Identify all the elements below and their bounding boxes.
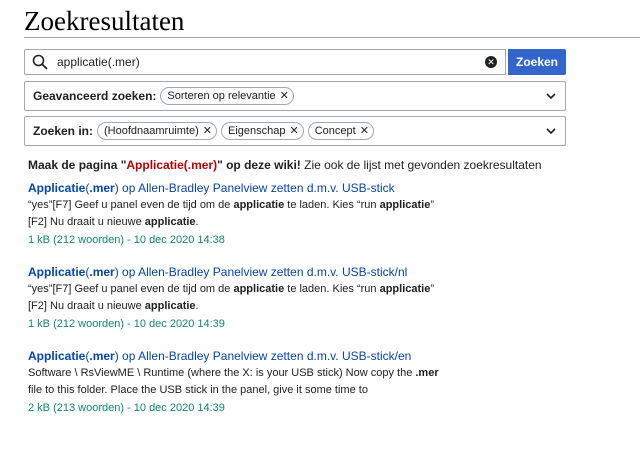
create-page-notice: Maak de pagina "Applicatie(.mer)" op dez… xyxy=(28,157,542,173)
chevron-down-icon[interactable] xyxy=(545,90,557,102)
result-title-part: Applicatie xyxy=(28,181,86,195)
result-snippet-line: [F2] Nu draait u nieuwe applicatie. xyxy=(28,298,628,315)
snippet-text: . xyxy=(195,300,199,312)
snippet-match: applicatie xyxy=(144,300,196,312)
close-icon[interactable]: ✕ xyxy=(280,90,289,102)
chevron-down-icon[interactable] xyxy=(545,125,557,137)
close-icon[interactable]: ✕ xyxy=(290,125,299,137)
clear-icon[interactable]: ✕ xyxy=(485,56,497,68)
search-button[interactable]: Zoeken xyxy=(508,49,566,75)
snippet-text: “yes”[F7] Geef u panel even de tijd om d… xyxy=(28,199,234,211)
snippet-text: . xyxy=(195,216,199,228)
snippet-text: te laden. Kies “run xyxy=(284,283,380,295)
result-title-part: Applicatie xyxy=(28,349,86,363)
result-title-part: .mer xyxy=(89,349,115,363)
namespace-chip-concept[interactable]: Concept ✕ xyxy=(307,122,374,140)
snippet-text: ” xyxy=(430,283,435,295)
search-field[interactable]: ✕ xyxy=(24,49,506,75)
namespace-chip-label: Eigenschap xyxy=(228,125,286,137)
result-meta: 2 kB (213 woorden) - 10 dec 2020 14:39 xyxy=(28,402,225,414)
snippet-text: te laden. Kies “run xyxy=(284,199,380,211)
namespace-panel[interactable]: Zoeken in: (Hoofdnaamruimte) ✕ Eigenscha… xyxy=(24,116,566,146)
snippet-match: applicatie xyxy=(379,283,431,295)
snippet-match: applicatie xyxy=(144,216,196,228)
result-snippet-line: [F2] Nu draait u nieuwe applicatie. xyxy=(28,214,628,231)
snippet-match: .mer xyxy=(415,367,439,379)
result-title-part: ) op Allen-Bradley Panelview zetten d.m.… xyxy=(114,181,395,195)
search-icon xyxy=(32,54,48,70)
create-page-rest: Zie ook de lijst met gevonden zoekresult… xyxy=(300,158,542,172)
advanced-search-panel[interactable]: Geavanceerd zoeken: Sorteren op relevant… xyxy=(24,81,566,111)
snippet-text: ” xyxy=(430,199,435,211)
result-snippet-line: Software \ RsViewME \ Runtime (where the… xyxy=(28,365,628,382)
result-title-part: ) op Allen-Bradley Panelview zetten d.m.… xyxy=(114,265,408,279)
advanced-search-label: Geavanceerd zoeken: xyxy=(33,89,157,103)
result-snippet-line: “yes”[F7] Geef u panel even de tijd om d… xyxy=(28,281,628,298)
search-result: Applicatie(.mer) op Allen-Bradley Panelv… xyxy=(28,348,628,416)
result-title-link[interactable]: Applicatie(.mer) op Allen-Bradley Panelv… xyxy=(28,348,628,364)
create-page-suffix: " op deze wiki! xyxy=(217,158,301,172)
close-icon[interactable]: ✕ xyxy=(203,125,212,137)
result-meta: 1 kB (212 woorden) - 10 dec 2020 14:39 xyxy=(28,318,225,330)
search-result: Applicatie(.mer) op Allen-Bradley Panelv… xyxy=(28,180,628,248)
snippet-match: applicatie xyxy=(379,199,431,211)
snippet-text: Software \ RsViewME \ Runtime (where the… xyxy=(28,367,416,379)
snippet-text: [F2] Nu draait u nieuwe xyxy=(28,300,145,312)
result-title-part: .mer xyxy=(89,265,115,279)
close-icon[interactable]: ✕ xyxy=(360,125,369,137)
result-title-part: .mer xyxy=(89,181,115,195)
snippet-match: applicatie xyxy=(233,283,285,295)
result-title-part: ) op Allen-Bradley Panelview zetten d.m.… xyxy=(114,349,412,363)
result-snippet-line: “yes”[F7] Geef u panel even de tijd om d… xyxy=(28,197,628,214)
namespace-chip-label: Concept xyxy=(314,125,356,137)
search-results-list: Applicatie(.mer) op Allen-Bradley Panelv… xyxy=(28,180,628,432)
namespace-chip-main[interactable]: (Hoofdnaamruimte) ✕ xyxy=(97,122,217,140)
snippet-match: applicatie xyxy=(233,199,285,211)
result-title-link[interactable]: Applicatie(.mer) op Allen-Bradley Panelv… xyxy=(28,180,628,196)
sort-chip[interactable]: Sorteren op relevantie ✕ xyxy=(160,87,294,105)
result-snippet-line: file to this folder. Place the USB stick… xyxy=(28,382,628,399)
search-input[interactable] xyxy=(25,50,505,74)
create-page-prefix: Maak de pagina " xyxy=(28,158,127,172)
sort-chip-label: Sorteren op relevantie xyxy=(167,90,276,102)
namespace-label: Zoeken in: xyxy=(33,124,94,138)
search-result: Applicatie(.mer) op Allen-Bradley Panelv… xyxy=(28,264,628,332)
title-divider xyxy=(24,37,640,38)
snippet-text: [F2] Nu draait u nieuwe xyxy=(28,216,145,228)
namespace-chip-property[interactable]: Eigenschap ✕ xyxy=(221,122,304,140)
result-meta: 1 kB (212 woorden) - 10 dec 2020 14:38 xyxy=(28,234,225,246)
snippet-text: “yes”[F7] Geef u panel even de tijd om d… xyxy=(28,283,234,295)
result-title-link[interactable]: Applicatie(.mer) op Allen-Bradley Panelv… xyxy=(28,264,628,280)
page-title: Zoekresultaten xyxy=(24,6,185,36)
namespace-chip-label: (Hoofdnaamruimte) xyxy=(104,125,199,137)
create-page-link[interactable]: Applicatie(.mer) xyxy=(126,158,217,172)
snippet-text: file to this folder. Place the USB stick… xyxy=(28,384,368,396)
result-title-part: Applicatie xyxy=(28,265,86,279)
search-form: ✕ Zoeken xyxy=(24,49,566,75)
